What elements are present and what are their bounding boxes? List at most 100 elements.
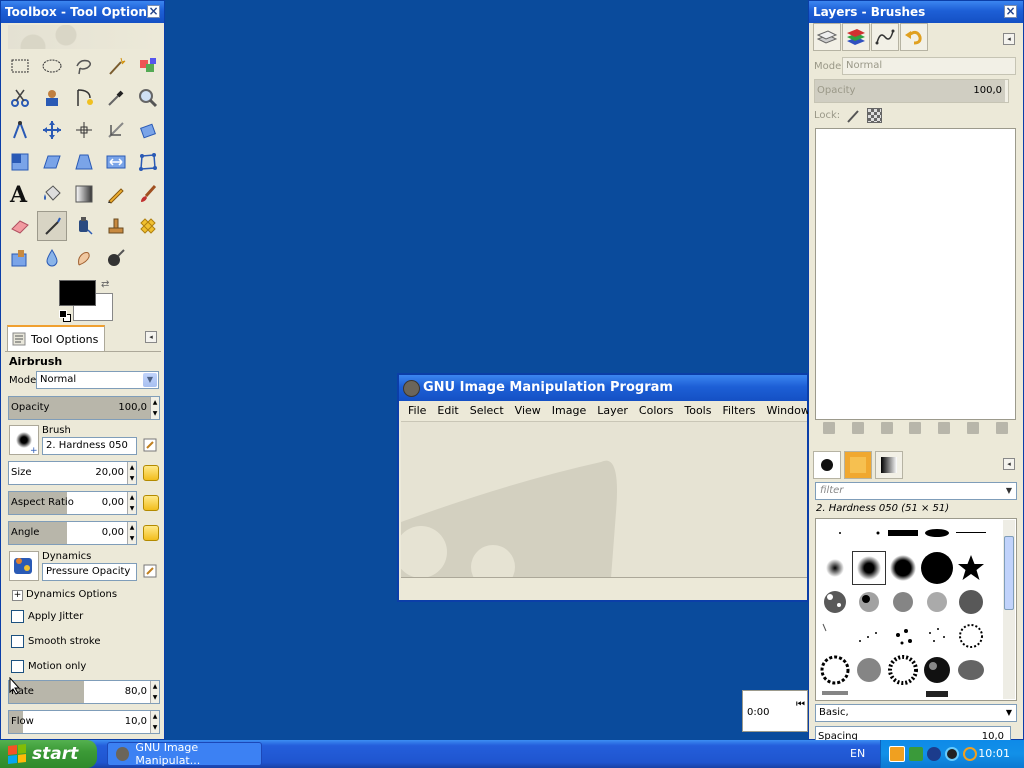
- paths-tool[interactable]: [69, 83, 99, 113]
- lock-alpha-icon[interactable]: [867, 108, 882, 123]
- text-tool[interactable]: A: [5, 179, 35, 209]
- menu-file[interactable]: File: [405, 401, 434, 421]
- angle-spin-buttons[interactable]: ▲ ▼: [127, 522, 136, 544]
- brush-item[interactable]: [920, 619, 954, 653]
- crop-tool[interactable]: [101, 115, 131, 145]
- heal-tool[interactable]: [133, 211, 163, 241]
- aspect-ratio-spin-buttons[interactable]: ▲ ▼: [127, 492, 136, 514]
- toolbox-close-button[interactable]: ×: [147, 5, 160, 18]
- new-layer-button[interactable]: [823, 422, 836, 434]
- size-slider[interactable]: Size 20,00 ▲ ▼: [8, 461, 137, 485]
- brush-item[interactable]: [852, 619, 886, 653]
- brush-item[interactable]: [954, 653, 988, 687]
- tray-network-icon[interactable]: [909, 747, 923, 761]
- brush-preview-button[interactable]: +: [9, 425, 39, 456]
- brush-item[interactable]: [886, 519, 920, 553]
- foreground-color-swatch[interactable]: [59, 280, 96, 306]
- rate-slider[interactable]: Rate 80,0 ▲ ▼: [8, 680, 160, 704]
- brush-item[interactable]: [920, 585, 954, 619]
- tab-layers[interactable]: [813, 23, 841, 51]
- pencil-tool[interactable]: [101, 179, 131, 209]
- rect-select-tool[interactable]: [5, 51, 35, 81]
- brush-item[interactable]: [818, 619, 852, 653]
- brush-item[interactable]: [886, 619, 920, 653]
- menu-edit[interactable]: Edit: [434, 401, 466, 421]
- mode-select[interactable]: Normal ▼: [36, 371, 159, 389]
- layers-mode-select[interactable]: Normal: [842, 57, 1016, 75]
- brush-item[interactable]: [852, 653, 886, 687]
- layers-opacity-slider[interactable]: Opacity 100,0: [814, 79, 1009, 103]
- perspective-clone-tool[interactable]: [5, 243, 35, 273]
- free-select-tool[interactable]: [69, 51, 99, 81]
- measure-tool[interactable]: [5, 115, 35, 145]
- angle-reset-button[interactable]: [143, 525, 159, 541]
- clone-tool[interactable]: [101, 211, 131, 241]
- layers-titlebar[interactable]: Layers - Brushes: [809, 1, 1023, 23]
- tab-gradients[interactable]: [875, 451, 903, 479]
- tab-menu-icon[interactable]: ◂: [145, 331, 157, 343]
- zoom-tool[interactable]: [133, 83, 163, 113]
- play-icon[interactable]: ⏮: [796, 699, 805, 710]
- aspect-ratio-reset-button[interactable]: [143, 495, 159, 511]
- cage-transform-tool[interactable]: [133, 147, 163, 177]
- menu-view[interactable]: View: [512, 401, 549, 421]
- blur-tool[interactable]: [37, 243, 67, 273]
- paintbrush-tool[interactable]: [133, 179, 163, 209]
- angle-slider[interactable]: Angle 0,00 ▲ ▼: [8, 521, 137, 545]
- airbrush-tool[interactable]: [37, 211, 67, 241]
- eraser-tool[interactable]: [5, 211, 35, 241]
- brush-name-field[interactable]: 2. Hardness 050: [42, 437, 137, 455]
- perspective-tool[interactable]: [69, 147, 99, 177]
- brush-item[interactable]: [818, 687, 852, 700]
- brush-grid[interactable]: [815, 518, 1017, 701]
- tray-search-icon[interactable]: [963, 747, 977, 761]
- fuzzy-select-tool[interactable]: [101, 51, 131, 81]
- brush-item[interactable]: [886, 653, 920, 687]
- timer-window[interactable]: 0:00 ⏮: [742, 690, 808, 732]
- raise-layer-button[interactable]: [880, 422, 893, 434]
- brush-item[interactable]: [920, 687, 954, 700]
- tray-app-icon[interactable]: [889, 746, 905, 762]
- lock-pixels-icon[interactable]: [845, 108, 861, 124]
- edit-brush-icon[interactable]: [143, 438, 157, 452]
- flip-tool[interactable]: [101, 147, 131, 177]
- brush-item[interactable]: [954, 585, 988, 619]
- language-indicator[interactable]: EN: [850, 740, 865, 768]
- anchor-layer-button[interactable]: [966, 422, 979, 434]
- brush-item[interactable]: [920, 551, 954, 585]
- brush-item[interactable]: [818, 551, 852, 585]
- rate-spin-buttons[interactable]: ▲ ▼: [150, 681, 159, 703]
- brush-set-select[interactable]: Basic, ▼: [815, 704, 1017, 722]
- tab-paths[interactable]: [871, 23, 899, 51]
- size-reset-button[interactable]: [143, 465, 159, 481]
- layers-close-button[interactable]: ×: [1004, 5, 1017, 18]
- expand-icon[interactable]: +: [12, 590, 23, 601]
- toolbox-titlebar[interactable]: Toolbox - Tool Options: [1, 1, 164, 23]
- tray-user-icon[interactable]: [927, 747, 941, 761]
- menu-tools[interactable]: Tools: [681, 401, 719, 421]
- tray-security-icon[interactable]: [945, 747, 959, 761]
- flow-slider[interactable]: Flow 10,0 ▲ ▼: [8, 710, 160, 734]
- layers-list[interactable]: [815, 128, 1016, 420]
- dynamics-name-field[interactable]: Pressure Opacity: [42, 563, 137, 581]
- gimp-titlebar[interactable]: GNU Image Manipulation Program: [399, 375, 807, 401]
- align-tool[interactable]: [69, 115, 99, 145]
- smudge-tool[interactable]: [69, 243, 99, 273]
- bucket-fill-tool[interactable]: [37, 179, 67, 209]
- opacity-spin-buttons[interactable]: ▲ ▼: [150, 397, 159, 419]
- brush-item[interactable]: [954, 619, 988, 653]
- apply-jitter-checkbox[interactable]: [11, 610, 24, 623]
- brush-item-selected[interactable]: [852, 551, 886, 585]
- blend-tool[interactable]: [69, 179, 99, 209]
- ellipse-select-tool[interactable]: [37, 51, 67, 81]
- brush-item[interactable]: [954, 551, 988, 585]
- brush-item[interactable]: [920, 519, 954, 553]
- tab-brushes[interactable]: [813, 451, 841, 479]
- opacity-slider[interactable]: Opacity 100,0 ▲ ▼: [8, 396, 160, 420]
- rotate-tool[interactable]: [133, 115, 163, 145]
- aspect-ratio-slider[interactable]: Aspect Ratio 0,00 ▲ ▼: [8, 491, 137, 515]
- shear-tool[interactable]: [37, 147, 67, 177]
- color-picker-tool[interactable]: [101, 83, 131, 113]
- menu-image[interactable]: Image: [549, 401, 594, 421]
- brush-item[interactable]: [852, 585, 886, 619]
